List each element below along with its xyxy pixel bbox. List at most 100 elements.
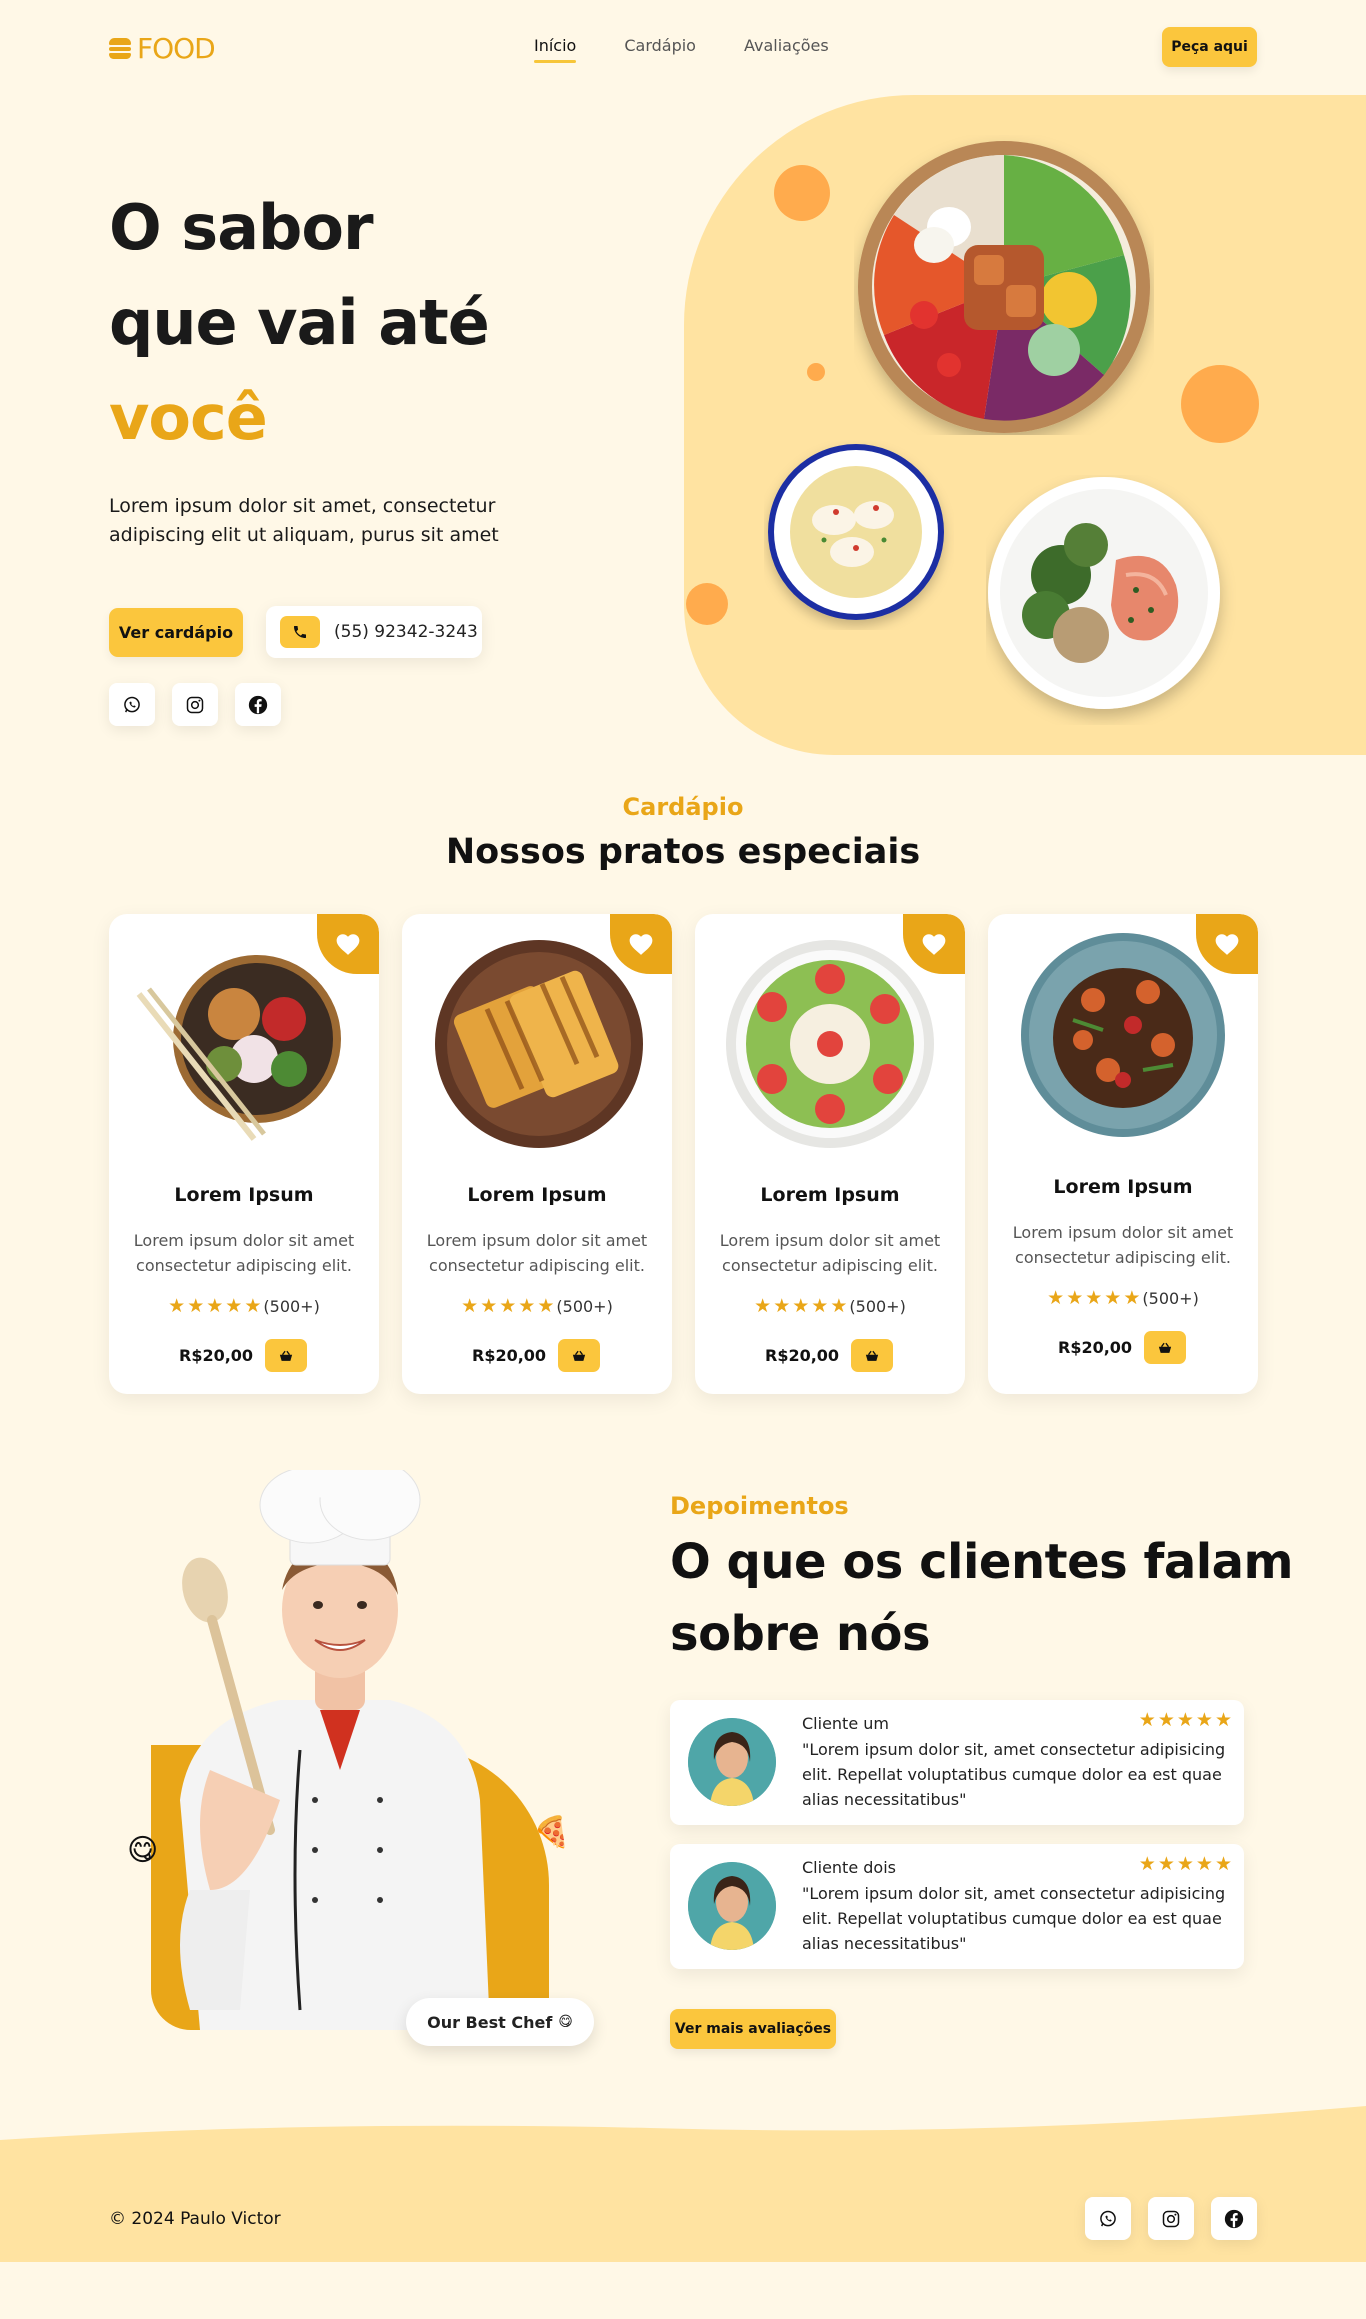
hero-food-showcase (684, 95, 1366, 755)
star-icon: ★ (1157, 1709, 1175, 1731)
star-icon: ★ (1195, 1709, 1213, 1731)
phone-contact[interactable]: (55) 92342-3243 (266, 606, 482, 658)
facebook-icon[interactable] (235, 683, 281, 726)
star-icon: ★ (1214, 1853, 1232, 1875)
ceviche-bowl-image (768, 444, 944, 620)
star-icon: ★ (792, 1295, 810, 1317)
whatsapp-icon[interactable] (109, 683, 155, 726)
star-icon: ★ (518, 1295, 536, 1317)
dish-description: Lorem ipsum dolor sit amet consectetur a… (1012, 1223, 1234, 1267)
hero-description: Lorem ipsum dolor sit amet, consectetur … (109, 495, 499, 546)
star-icon: ★ (1047, 1287, 1065, 1309)
menu-title: Nossos pratos especiais (445, 832, 921, 872)
dish-card: Lorem Ipsum Lorem ipsum dolor sit amet c… (695, 914, 965, 1394)
dish-price: R$20,00 (1058, 1338, 1133, 1357)
star-icon: ★ (1214, 1709, 1232, 1731)
navbar: FOOD Início Cardápio Avaliações Peça aqu… (0, 0, 1366, 96)
nav-link-cardapio[interactable]: Cardápio (624, 36, 696, 55)
star-icon: ★ (1066, 1287, 1084, 1309)
basket-icon (865, 1350, 879, 1361)
dish-price: R$20,00 (765, 1346, 840, 1365)
decor-dot (774, 165, 830, 221)
pizza-emoji-icon: 🍕 (533, 1815, 571, 1850)
star-icon: ★ (1176, 1853, 1194, 1875)
salad-bowl-image (858, 141, 1150, 433)
star-icon: ★ (537, 1295, 555, 1317)
basket-icon (572, 1350, 586, 1361)
view-menu-button[interactable]: Ver cardápio (109, 608, 243, 657)
star-icon: ★ (225, 1295, 243, 1317)
salmon-plate-image (988, 477, 1220, 709)
dish-description: Lorem ipsum dolor sit amet consectetur a… (719, 1231, 941, 1275)
smile-emoji-icon: 😋 (558, 2014, 573, 2030)
logo[interactable]: FOOD (109, 32, 216, 65)
star-icon: ★ (754, 1295, 772, 1317)
star-icon: ★ (1176, 1709, 1194, 1731)
add-to-basket-button[interactable] (265, 1339, 307, 1372)
poke-bowl-image (136, 955, 341, 1141)
star-icon: ★ (206, 1295, 224, 1317)
dish-rating: ★ ★ ★ ★ ★ (500+) (109, 1295, 379, 1317)
dish-name: Lorem Ipsum (1053, 1176, 1193, 1198)
review-count: (500+) (556, 1297, 613, 1316)
review-text: "Lorem ipsum dolor sit, amet consectetur… (802, 1740, 1226, 1809)
hero-title: O sabor que vai até você (109, 180, 490, 465)
star-icon: ★ (187, 1295, 205, 1317)
hero-title-line2: que vai até (109, 286, 490, 359)
dish-rating: ★ ★ ★ ★ ★ (500+) (402, 1295, 672, 1317)
chef-image (180, 1470, 490, 2030)
review-count: (500+) (263, 1297, 320, 1316)
star-icon: ★ (499, 1295, 517, 1317)
phone-number: (55) 92342-3243 (334, 622, 478, 642)
review-count: (500+) (849, 1297, 906, 1316)
nav-links: Início Cardápio Avaliações (534, 36, 829, 63)
star-icon: ★ (461, 1295, 479, 1317)
review-text: "Lorem ipsum dolor sit, amet consectetur… (802, 1884, 1226, 1953)
hero-title-accent: você (109, 381, 268, 454)
dish-name: Lorem Ipsum (760, 1184, 900, 1206)
star-icon: ★ (1195, 1853, 1213, 1875)
add-to-basket-button[interactable] (558, 1339, 600, 1372)
dish-description: Lorem ipsum dolor sit amet consectetur a… (426, 1231, 648, 1275)
phone-icon (280, 616, 320, 648)
menu-kicker: Cardápio (622, 793, 744, 821)
whatsapp-icon[interactable] (1085, 2197, 1131, 2240)
star-icon: ★ (168, 1295, 186, 1317)
avatar (688, 1718, 776, 1806)
noodle-plate-image (1021, 933, 1225, 1137)
review-count: (500+) (1142, 1289, 1199, 1308)
toasted-sandwich-image (435, 940, 643, 1148)
nav-link-avaliacoes[interactable]: Avaliações (744, 36, 829, 55)
more-reviews-button[interactable]: Ver mais avaliações (670, 2009, 836, 2049)
testimonials-title: O que os clientes falam sobre nós (670, 1534, 1294, 1662)
dish-price: R$20,00 (472, 1346, 547, 1365)
testimonials-kicker: Depoimentos (670, 1492, 849, 1520)
avatar (688, 1862, 776, 1950)
order-button[interactable]: Peça aqui (1162, 27, 1257, 67)
dish-card: Lorem Ipsum Lorem ipsum dolor sit amet c… (109, 914, 379, 1394)
reviewer-name: Cliente um (802, 1714, 889, 1733)
instagram-icon[interactable] (1148, 2197, 1194, 2240)
fruit-bowl-image (726, 940, 934, 1148)
dish-name: Lorem Ipsum (467, 1184, 607, 1206)
dish-description: Lorem ipsum dolor sit amet consectetur a… (133, 1231, 355, 1275)
review-card: Cliente dois ★ ★ ★ ★ ★ "Lorem ipsum dolor si… (670, 1844, 1244, 1969)
logo-text: FOOD (137, 32, 216, 65)
basket-icon (279, 1350, 293, 1361)
star-icon: ★ (773, 1295, 791, 1317)
star-icon: ★ (811, 1295, 829, 1317)
burger-icon (109, 37, 131, 60)
add-to-basket-button[interactable] (1144, 1331, 1186, 1364)
hero-social-links (109, 683, 281, 726)
nav-link-inicio[interactable]: Início (534, 36, 577, 63)
instagram-icon[interactable] (172, 683, 218, 726)
dish-card: Lorem Ipsum Lorem ipsum dolor sit amet c… (402, 914, 672, 1394)
dish-rating: ★ ★ ★ ★ ★ (500+) (695, 1295, 965, 1317)
copyright: © 2024 Paulo Victor (109, 2209, 281, 2229)
add-to-basket-button[interactable] (851, 1339, 893, 1372)
dish-rating: ★ ★ ★ ★ ★ (500+) (988, 1287, 1258, 1309)
decor-dot (1181, 365, 1259, 443)
facebook-icon[interactable] (1211, 2197, 1257, 2240)
star-icon: ★ (830, 1295, 848, 1317)
review-card: Cliente um ★ ★ ★ ★ ★ "Lorem ipsum dolor sit,… (670, 1700, 1244, 1825)
